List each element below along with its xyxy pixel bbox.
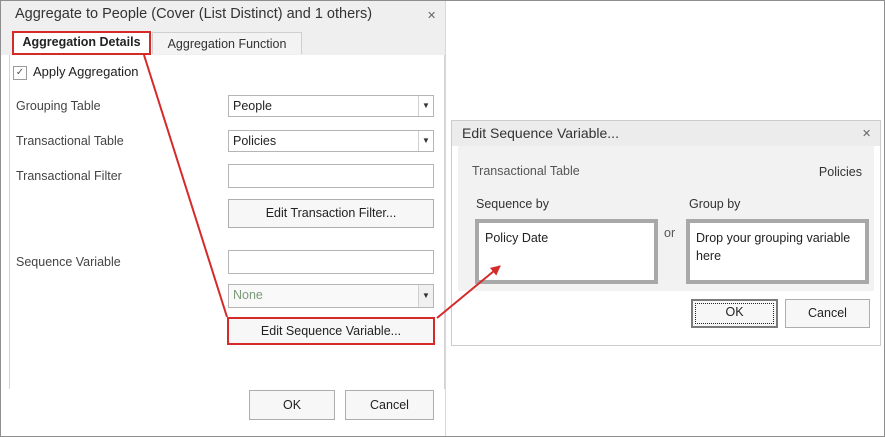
dialog-ok-button[interactable]: OK bbox=[691, 299, 778, 328]
edit-sequence-variable-button[interactable]: Edit Sequence Variable... bbox=[227, 317, 435, 345]
chevron-down-icon[interactable]: ▼ bbox=[418, 96, 433, 116]
sequence-by-value: Policy Date bbox=[485, 231, 549, 245]
transactional-table-value: Policies bbox=[233, 134, 277, 148]
panel-title: Aggregate to People (Cover (List Distinc… bbox=[15, 6, 373, 22]
chevron-down-icon[interactable]: ▼ bbox=[418, 285, 433, 307]
dialog-title: Edit Sequence Variable... bbox=[462, 125, 619, 141]
aggregate-panel: Aggregate to People (Cover (List Distinc… bbox=[1, 1, 446, 436]
transactional-table-value: Policies bbox=[818, 165, 862, 179]
apply-aggregation-label: Apply Aggregation bbox=[33, 64, 139, 79]
transactional-table-label: Transactional Table bbox=[16, 134, 124, 148]
tab-aggregation-function[interactable]: Aggregation Function bbox=[152, 32, 302, 54]
transactional-table-select[interactable]: Policies ▼ bbox=[228, 130, 434, 152]
transactional-filter-label: Transactional Filter bbox=[16, 169, 122, 183]
check-icon: ✓ bbox=[15, 67, 25, 78]
group-by-placeholder: Drop your grouping variable here bbox=[696, 231, 851, 263]
group-by-dropzone[interactable]: Drop your grouping variable here bbox=[686, 219, 869, 284]
sequence-variable-select-value: None bbox=[233, 288, 263, 302]
close-icon[interactable]: ✕ bbox=[862, 127, 871, 140]
sequence-by-label: Sequence by bbox=[476, 197, 549, 211]
apply-aggregation-checkbox[interactable]: ✓ bbox=[13, 66, 27, 80]
transactional-filter-input[interactable] bbox=[228, 164, 434, 188]
group-by-label: Group by bbox=[689, 197, 741, 211]
dialog-body: Transactional Table Policies Sequence by… bbox=[458, 146, 874, 291]
dialog-cancel-button[interactable]: Cancel bbox=[785, 299, 870, 328]
tab-strip: Aggregation Details Aggregation Function bbox=[1, 29, 445, 55]
edit-transaction-filter-button[interactable]: Edit Transaction Filter... bbox=[228, 199, 434, 228]
dialog-title-bar: Edit Sequence Variable... ✕ bbox=[452, 121, 880, 146]
chevron-down-icon[interactable]: ▼ bbox=[418, 131, 433, 151]
ok-button[interactable]: OK bbox=[249, 390, 335, 420]
panel-title-bar: Aggregate to People (Cover (List Distinc… bbox=[1, 1, 445, 29]
or-separator: or bbox=[664, 226, 676, 240]
sequence-variable-input[interactable] bbox=[228, 250, 434, 274]
edit-sequence-variable-dialog: Edit Sequence Variable... ✕ Transactiona… bbox=[451, 120, 881, 346]
close-icon[interactable]: ✕ bbox=[427, 9, 436, 22]
sequence-variable-label: Sequence Variable bbox=[16, 255, 121, 269]
sequence-by-dropzone[interactable]: Policy Date bbox=[475, 219, 658, 284]
tab-aggregation-details[interactable]: Aggregation Details bbox=[12, 31, 151, 55]
sequence-variable-select[interactable]: None ▼ bbox=[228, 284, 434, 308]
transactional-table-label: Transactional Table bbox=[472, 164, 580, 178]
cancel-button[interactable]: Cancel bbox=[345, 390, 434, 420]
grouping-table-label: Grouping Table bbox=[16, 99, 101, 113]
grouping-table-value: People bbox=[233, 99, 272, 113]
grouping-table-select[interactable]: People ▼ bbox=[228, 95, 434, 117]
